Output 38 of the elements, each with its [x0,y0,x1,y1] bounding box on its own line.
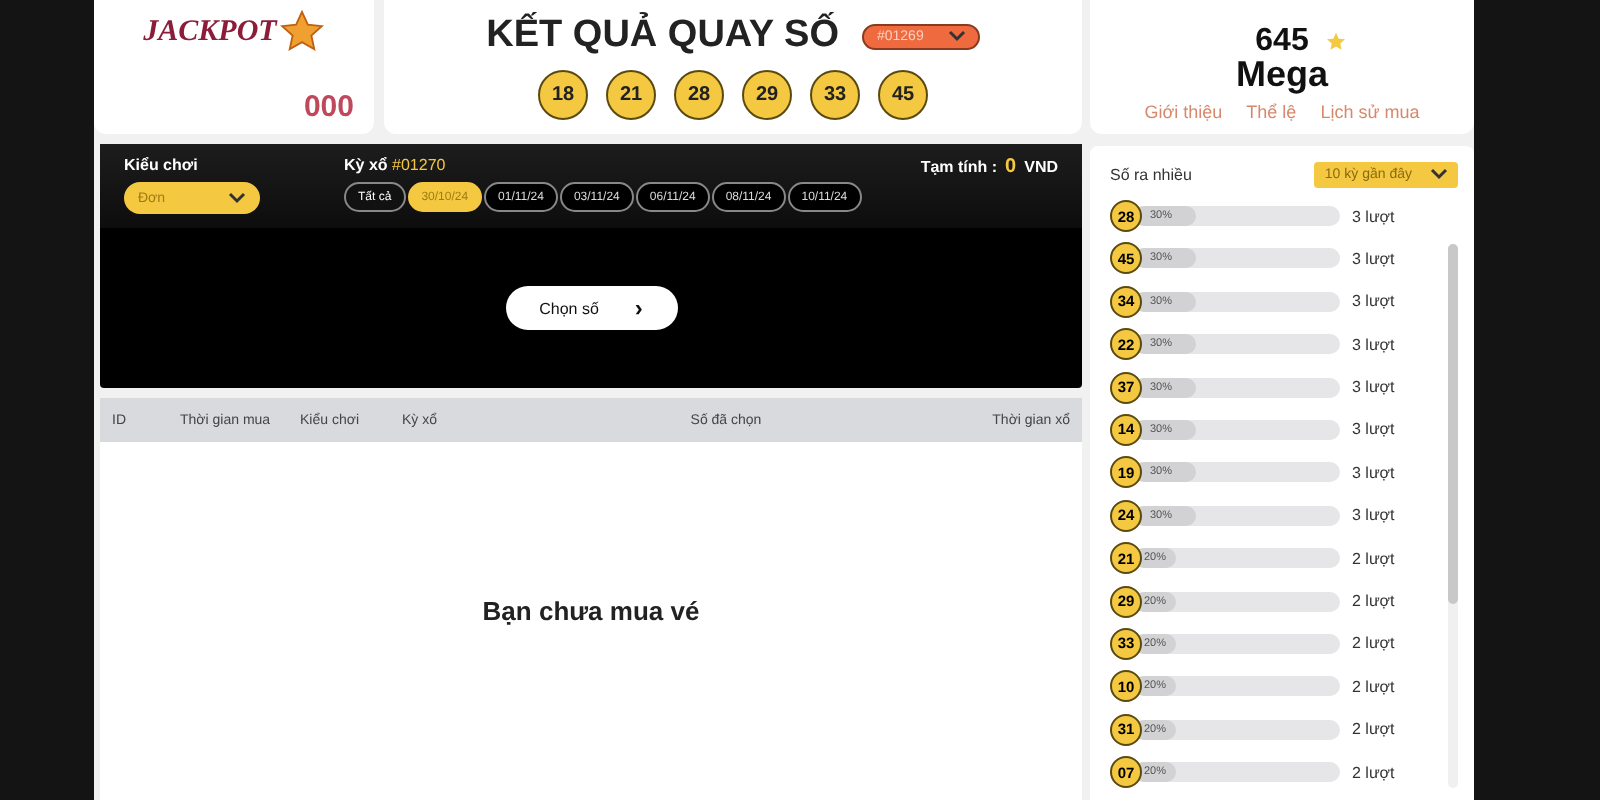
empty-message: Bạn chưa mua vé [482,596,700,626]
result-ball: 18 [538,70,588,120]
count-label: 3 lượt [1352,292,1395,311]
chevron-down-icon [1430,168,1448,180]
result-ball: 21 [606,70,656,120]
result-ball: 45 [878,70,928,120]
count-label: 3 lượt [1352,506,1395,525]
results-title: KẾT QUẢ QUAY SỐ [486,14,839,58]
jackpot-logo-text: JACKPOT [143,15,277,49]
count-label: 2 lượt [1352,634,1395,653]
chevron-down-icon [947,30,966,42]
count-label: 3 lượt [1352,335,1395,354]
result-ball: 29 [742,70,792,120]
chevron-down-icon [228,192,246,204]
jackpot-amount: 000 [303,90,354,124]
play-type-label: Kiểu chơi [124,156,200,174]
star-icon [1326,32,1346,53]
count-label: 2 lượt [1352,720,1395,739]
total-label: Tạm tính : [920,158,998,176]
pick-numbers-button[interactable]: Chọn số › [505,286,677,330]
count-label: 2 lượt [1352,549,1395,568]
result-ball: 28 [674,70,724,120]
mega-645-logo: 645 Mega [1235,28,1328,90]
count-label: 2 lượt [1352,592,1395,611]
count-label: 3 lượt [1352,378,1395,397]
total-value: 0 [1005,156,1017,178]
count-label: 2 lượt [1352,677,1395,696]
count-label: 3 lượt [1352,207,1395,225]
count-label: 3 lượt [1352,249,1395,268]
currency-label: VND [1024,158,1058,176]
draw-label: Kỳ xổ #01270 [344,156,448,174]
count-label: 3 lượt [1352,420,1395,439]
result-ball: 33 [810,70,860,120]
stats-title: Số ra nhiều [1110,165,1192,183]
scrollbar[interactable] [1448,244,1458,789]
star-icon [280,10,325,54]
count-label: 3 lượt [1352,463,1395,482]
count-label: 2 lượt [1352,763,1395,782]
